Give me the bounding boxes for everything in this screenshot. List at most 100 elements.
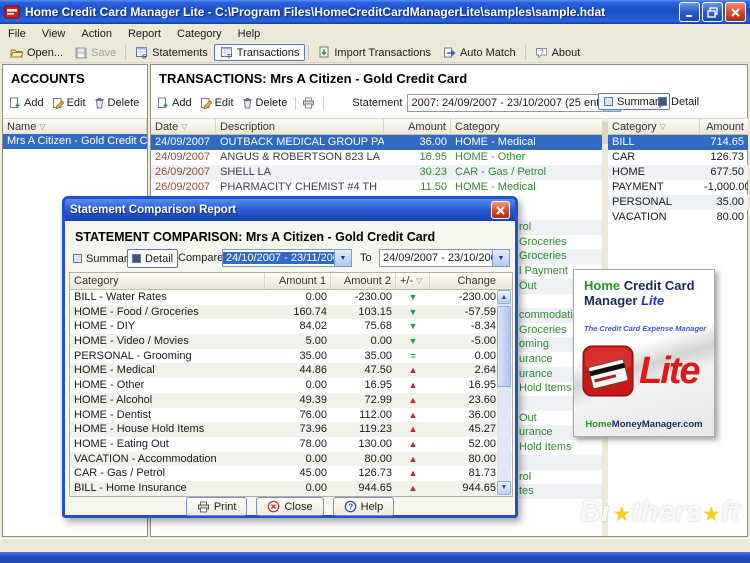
import-icon	[318, 46, 330, 59]
detail-toggle[interactable]: Detail	[652, 93, 705, 110]
add-icon	[9, 97, 21, 109]
accounts-delete-button[interactable]: Delete	[94, 97, 140, 109]
compare-from-select[interactable]: 24/10/2007 - 23/11/2007 ▼	[222, 249, 352, 267]
comparison-row[interactable]: HOME - Video / Movies5.000.00▼-5.00	[70, 334, 512, 349]
trend-up-icon: ▲	[396, 452, 430, 467]
comparison-row[interactable]: BILL - Water Rates0.00-230.00▼-230.00	[70, 290, 512, 305]
cmp-amount1-header[interactable]: Amount 1	[265, 273, 331, 289]
comparison-row[interactable]: CAR - Gas / Petrol45.00126.73▲81.73	[70, 466, 512, 481]
statement-label: Statement	[352, 97, 402, 109]
statement-comparison-dialog: Statement Comparison Report STATEMENT CO…	[62, 196, 518, 518]
dialog-close-button[interactable]	[491, 201, 510, 219]
menu-category[interactable]: Category	[169, 28, 230, 40]
import-transactions-button[interactable]: Import Transactions	[312, 44, 437, 61]
description-column-header[interactable]: Description	[216, 119, 384, 134]
comparison-row[interactable]: BILL - Home Insurance0.00944.65▲944.65	[70, 481, 512, 496]
comparison-row[interactable]: HOME - Medical44.8647.50▲2.64	[70, 363, 512, 378]
trend-up-icon: ▲	[396, 393, 430, 408]
trend-up-icon: ▲	[396, 363, 430, 378]
accounts-name-header[interactable]: Name ▽	[3, 119, 147, 134]
close-icon	[495, 205, 506, 216]
comparison-row[interactable]: VACATION - Accommodation0.0080.00▲80.00	[70, 452, 512, 467]
account-row[interactable]: Mrs A Citizen - Gold Credit Card	[3, 134, 147, 149]
comparison-row[interactable]: HOME - Eating Out78.00130.00▲52.00	[70, 437, 512, 452]
sort-icon: ▽	[416, 274, 422, 288]
statements-button[interactable]: S Statements	[129, 44, 214, 61]
trend-up-icon: ▲	[396, 422, 430, 437]
help-button[interactable]: ? Help	[333, 497, 395, 516]
detail-icon	[132, 254, 141, 263]
credit-card-icon	[582, 345, 634, 397]
menu-action[interactable]: Action	[73, 28, 120, 40]
transactions-delete-button[interactable]: Delete	[242, 97, 288, 109]
category-fragment: Groceries	[519, 235, 602, 250]
scrollbar-thumb[interactable]	[497, 306, 511, 387]
transactions-edit-button[interactable]: Edit	[200, 97, 234, 109]
comparison-row[interactable]: HOME - House Hold Items73.96119.23▲45.27	[70, 422, 512, 437]
summary-row[interactable]: VACATION 80.00	[608, 210, 748, 225]
compare-to-select[interactable]: 24/09/2007 - 23/10/2007 ▼	[379, 249, 510, 267]
summary-row[interactable]: CAR 126.73	[608, 150, 748, 165]
summary-row[interactable]: PERSONAL 35.00	[608, 195, 748, 210]
print-transactions-button[interactable]	[302, 97, 315, 109]
scroll-up-icon[interactable]: ▲	[497, 290, 511, 304]
edit-pencil-icon	[52, 97, 64, 109]
category-column-header[interactable]: Category	[451, 119, 602, 134]
summary-row[interactable]: PAYMENT -1,000.00	[608, 180, 748, 195]
summary-category-header[interactable]: Category ▽	[608, 119, 700, 134]
auto-match-button[interactable]: Auto Match	[437, 44, 522, 61]
statement-select[interactable]: 2007: 24/09/2007 - 23/10/2007 (25 entrie…	[407, 94, 621, 112]
about-button[interactable]: ? About	[529, 45, 587, 61]
chevron-down-icon[interactable]: ▼	[334, 250, 351, 266]
comparison-table: Category Amount 1 Amount 2 +/- ▽ Change …	[69, 272, 513, 497]
print-button[interactable]: Print	[186, 497, 248, 516]
cmp-amount2-header[interactable]: Amount 2	[331, 273, 396, 289]
restore-button[interactable]	[702, 2, 723, 22]
comparison-row[interactable]: HOME - Food / Groceries160.74103.15▼-57.…	[70, 305, 512, 320]
trend-up-icon: ▲	[396, 437, 430, 452]
transaction-row[interactable]: 24/09/2007 OUTBACK MEDICAL GROUP PARKW..…	[151, 135, 602, 150]
trash-icon	[94, 97, 105, 109]
close-button[interactable]	[725, 2, 746, 22]
amount-column-header[interactable]: Amount	[384, 119, 451, 134]
cmp-trend-header[interactable]: +/- ▽	[396, 273, 430, 289]
transactions-button[interactable]: T Transactions	[214, 44, 306, 61]
summary-row[interactable]: HOME 677.50	[608, 165, 748, 180]
dialog-close-action-button[interactable]: Close	[256, 497, 323, 516]
folder-open-icon	[10, 47, 23, 59]
table-scrollbar[interactable]: ▲ ▼	[497, 290, 511, 495]
scrollbar-track[interactable]	[497, 304, 511, 481]
transaction-row[interactable]: 26/09/2007 SHELL LA 30.23 CAR - Gas / Pe…	[151, 165, 602, 180]
cmp-category-header[interactable]: Category	[70, 273, 265, 289]
summary-row[interactable]: BILL 714.65	[608, 135, 748, 150]
accounts-add-button[interactable]: Add	[9, 97, 44, 109]
chevron-down-icon[interactable]: ▼	[492, 250, 509, 266]
svg-text:T: T	[227, 54, 231, 60]
date-column-header[interactable]: Date ▽	[151, 119, 216, 134]
comparison-row[interactable]: HOME - Alcohol49.3972.99▲23.60	[70, 393, 512, 408]
dialog-detail-toggle[interactable]: Detail	[127, 249, 178, 268]
menu-view[interactable]: View	[34, 28, 74, 40]
scroll-down-icon[interactable]: ▼	[497, 481, 511, 495]
comparison-row[interactable]: PERSONAL - Grooming35.0035.00=0.00	[70, 349, 512, 364]
transaction-row[interactable]: 24/09/2007 ANGUS & ROBERTSON 823 LA 16.9…	[151, 150, 602, 165]
menu-help[interactable]: Help	[230, 28, 269, 40]
add-icon	[157, 97, 169, 109]
open-button[interactable]: Open...	[4, 45, 69, 61]
toolbar-separator	[525, 45, 526, 60]
comparison-row[interactable]: HOME - Other0.0016.95▲16.95	[70, 378, 512, 393]
menu-file[interactable]: File	[0, 28, 34, 40]
category-fragment: Groceries	[519, 249, 602, 264]
sort-icon: ▽	[39, 120, 45, 134]
save-button[interactable]: Save	[69, 45, 122, 61]
transaction-row[interactable]: 26/09/2007 PHARMACITY CHEMIST #4 TH 11.5…	[151, 180, 602, 195]
accounts-edit-button[interactable]: Edit	[52, 97, 86, 109]
menu-report[interactable]: Report	[120, 28, 169, 40]
comparison-row[interactable]: HOME - Dentist76.00112.00▲36.00	[70, 408, 512, 423]
transactions-title: TRANSACTIONS: Mrs A Citizen - Gold Credi…	[159, 71, 467, 86]
comparison-row[interactable]: HOME - DIY84.0275.68▼-8.34	[70, 319, 512, 334]
minimize-button[interactable]	[679, 2, 700, 22]
transactions-add-button[interactable]: Add	[157, 97, 192, 109]
summary-amount-header[interactable]: Amount	[700, 119, 748, 134]
cmp-change-header[interactable]: Change	[430, 273, 500, 289]
